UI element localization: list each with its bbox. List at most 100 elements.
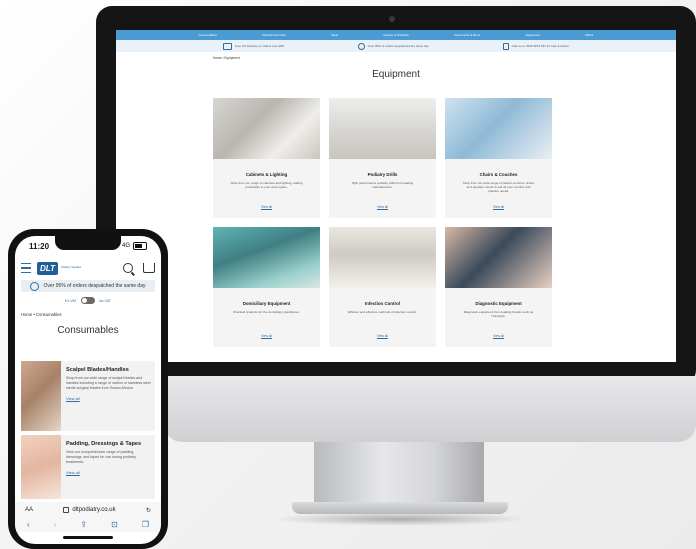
category-card-domiciliary-equipment[interactable]: Domiciliary Equipment Practical products… (213, 227, 320, 347)
category-image[interactable] (213, 227, 320, 288)
battery-icon (133, 242, 147, 250)
logo-mark: DLT (37, 261, 58, 275)
info-phone-text: Call us on 0345 9876 543 for help & advi… (511, 44, 570, 48)
category-card-body: Padding, Dressings & Tapes View our comp… (61, 435, 155, 499)
main-navigation: Consumables Clinical Foot Care Wear Inso… (116, 30, 676, 40)
category-description: Diagnostic equipment from leading brands… (463, 310, 534, 319)
network-label: 4G (121, 243, 130, 249)
category-image[interactable] (21, 361, 61, 431)
category-description: High performance podiatry drills from le… (351, 181, 414, 190)
category-image[interactable] (21, 435, 61, 499)
category-title[interactable]: Domiciliary Equipment (243, 301, 291, 306)
despatch-banner: Over 95% of orders despatched the same d… (21, 280, 155, 292)
view-all-link[interactable]: View all (66, 470, 151, 475)
category-title[interactable]: Cabinets & Lighting (246, 172, 287, 177)
category-card-infection-control[interactable]: Infection Control Efficient and effectiv… (329, 227, 436, 347)
category-description: Shop from our range of cabinets and ligh… (230, 181, 303, 190)
imac-base (292, 502, 508, 514)
logo-subtitle: Podiatry Supplies (60, 266, 82, 270)
view-all-link[interactable]: View all (261, 205, 272, 209)
info-despatch-text: Over 95% of orders despatched the same d… (367, 44, 429, 48)
category-title[interactable]: Padding, Dressings & Tapes (66, 441, 151, 447)
imac-stand (314, 442, 484, 506)
nav-item-insoles-orthotics[interactable]: Insoles & Orthotics (384, 33, 409, 37)
page-title: Equipment (372, 69, 420, 80)
desktop-screen: Consumables Clinical Foot Care Wear Inso… (116, 30, 676, 362)
category-title[interactable]: Infection Control (365, 301, 400, 306)
category-card-chairs-couches[interactable]: Chairs & Couches Shop from our wide rang… (445, 98, 552, 218)
lock-icon (63, 507, 70, 513)
nav-item-offers[interactable]: Offers (585, 33, 593, 37)
category-title[interactable]: Scalpel Blades/Handles (66, 367, 151, 373)
category-title[interactable]: Chairs & Couches (480, 172, 518, 177)
category-image[interactable] (329, 227, 436, 288)
forward-icon[interactable]: › (54, 521, 57, 529)
url-text: dltpodiatry.co.uk (72, 507, 116, 513)
share-icon[interactable]: ⇪ (80, 521, 87, 529)
nav-item-instruments-burrs[interactable]: Instruments & Burrs (454, 33, 481, 37)
tabs-icon[interactable]: ❐ (142, 521, 149, 529)
category-description: Shop from our wide range of patient couc… (462, 181, 535, 194)
category-title[interactable]: Podiatry Drills (368, 172, 398, 177)
category-description: Practical products for the domiciliary p… (233, 310, 300, 314)
imac-chin (164, 376, 696, 442)
url-field[interactable]: dltpodiatry.co.uk (63, 507, 116, 513)
category-image[interactable] (329, 98, 436, 159)
category-card-podiatry-drills[interactable]: Podiatry Drills High performance podiatr… (329, 98, 436, 218)
info-delivery-text: Free UK Delivery on orders over £80 (234, 44, 284, 48)
browser-address-bar[interactable]: AA dltpodiatry.co.uk ↻ (15, 502, 161, 518)
badge-icon (357, 42, 365, 50)
nav-item-equipment[interactable]: Equipment (526, 33, 540, 37)
vat-toggle[interactable] (80, 297, 95, 304)
nav-item-clinical-foot-care[interactable]: Clinical Foot Care (262, 33, 286, 37)
info-bar: Free UK Delivery on orders over £80 Over… (116, 40, 676, 52)
breadcrumb[interactable]: Home • Consumables (15, 304, 161, 317)
text-size-button[interactable]: AA (25, 507, 33, 513)
cart-icon[interactable] (143, 263, 155, 273)
category-title[interactable]: Diagnostic Equipment (475, 301, 521, 306)
camera-icon (389, 16, 395, 22)
despatch-banner-text: Over 95% of orders despatched the same d… (43, 283, 146, 289)
browser-toolbar: ‹ › ⇪ ⊡ ❐ (15, 518, 161, 532)
mobile-screen: 11:20 4G DLT Podiatry Supplies Over 95% … (15, 236, 161, 544)
bookmarks-icon[interactable]: ⊡ (111, 521, 118, 529)
home-indicator[interactable] (63, 536, 113, 539)
info-delivery: Free UK Delivery on orders over £80 (222, 42, 284, 50)
search-icon[interactable] (123, 263, 133, 273)
nav-item-consumables[interactable]: Consumables (199, 33, 217, 37)
ex-vat-label: Ex VAT (65, 298, 77, 303)
view-all-link[interactable]: View all (261, 334, 272, 338)
category-image[interactable] (445, 98, 552, 159)
category-image[interactable] (445, 227, 552, 288)
view-all-link[interactable]: View all (377, 334, 388, 338)
view-all-link[interactable]: View all (66, 396, 151, 401)
status-signal: 4G (122, 242, 147, 250)
status-time: 11:20 (29, 241, 50, 251)
mobile-header: DLT Podiatry Supplies (15, 256, 161, 280)
view-all-link[interactable]: View all (377, 205, 388, 209)
category-card-cabinets-lighting[interactable]: Cabinets & Lighting Shop from our range … (213, 98, 320, 218)
category-card-diagnostic-equipment[interactable]: Diagnostic Equipment Diagnostic equipmen… (445, 227, 552, 347)
back-icon[interactable]: ‹ (27, 521, 30, 529)
site-logo[interactable]: DLT Podiatry Supplies (37, 261, 87, 275)
reload-icon[interactable]: ↻ (146, 507, 151, 514)
inc-vat-label: Inc VAT (98, 298, 111, 303)
nav-item-wear[interactable]: Wear (331, 33, 338, 37)
category-image[interactable] (213, 98, 320, 159)
category-description: Shop from our wide range of scalpel blad… (66, 376, 151, 391)
view-all-link[interactable]: View all (493, 334, 504, 338)
imac-device: Consumables Clinical Foot Care Wear Inso… (96, 6, 696, 546)
delivery-icon (222, 42, 232, 50)
iphone-device: 11:20 4G DLT Podiatry Supplies Over 95% … (8, 229, 168, 549)
page-title: Consumables (57, 325, 119, 336)
category-grid: Cabinets & Lighting Shop from our range … (213, 98, 552, 347)
stand-shadow (272, 512, 528, 526)
breadcrumb[interactable]: Home • Equipment (116, 52, 676, 60)
hamburger-menu-icon[interactable] (21, 263, 31, 273)
category-card-padding-dressings[interactable]: Padding, Dressings & Tapes View our comp… (21, 435, 155, 499)
category-description: Efficient and effective methods of infec… (348, 310, 417, 314)
view-all-link[interactable]: View all (493, 205, 504, 209)
category-card-scalpel-blades[interactable]: Scalpel Blades/Handles Shop from our wid… (21, 361, 155, 431)
info-despatch: Over 95% of orders despatched the same d… (357, 42, 429, 50)
phone-icon (502, 42, 509, 50)
